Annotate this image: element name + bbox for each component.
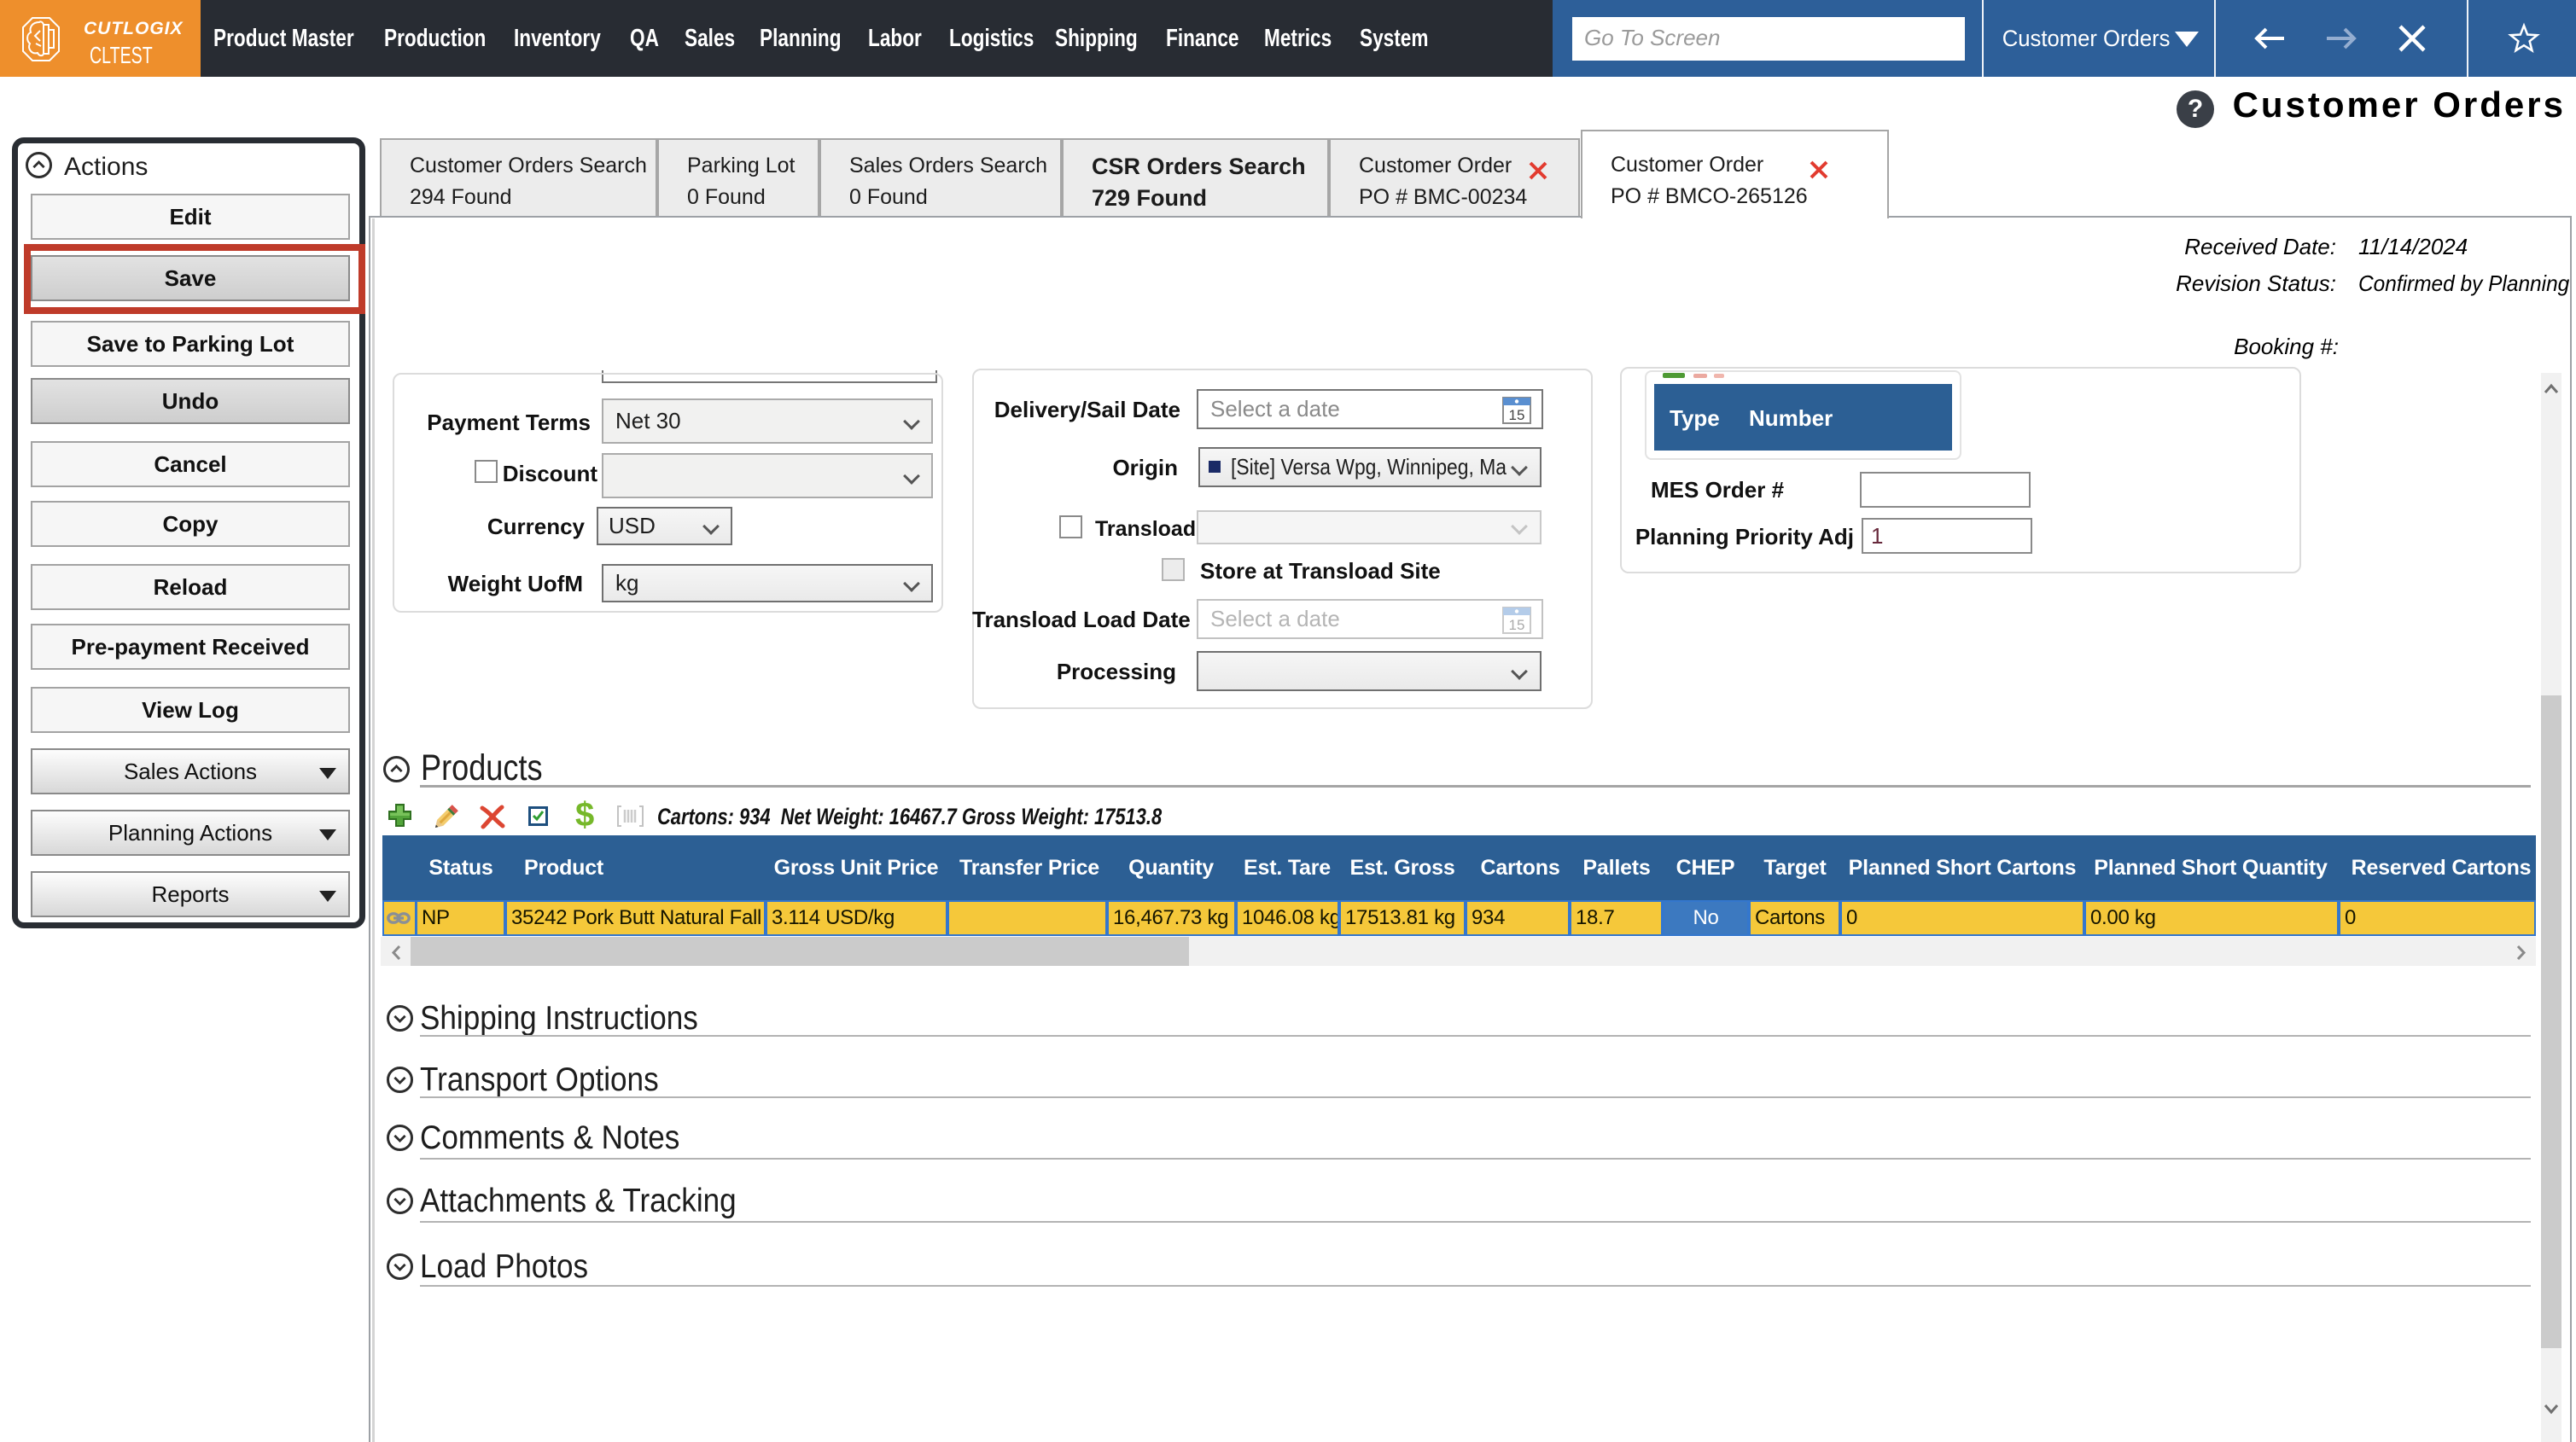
svg-text:15: 15: [1509, 407, 1525, 423]
svg-text:15: 15: [1509, 617, 1525, 633]
